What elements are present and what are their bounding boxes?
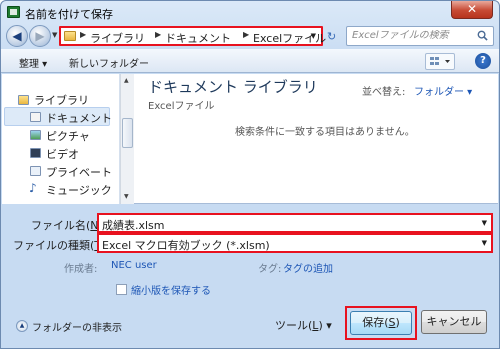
empty-message: 検索条件に一致する項目はありません。 <box>235 127 415 138</box>
filetype-label: ファイルの種類(T): <box>13 239 109 252</box>
scroll-up-icon[interactable]: ▲ <box>124 77 129 84</box>
breadcrumb-separator-icon: ▶ <box>155 30 162 39</box>
library-icon <box>18 95 29 105</box>
tools-menu[interactable]: ツール(L) ▾ <box>275 317 332 333</box>
file-list: ドキュメント ライブラリ Excelファイル 並べ替え: フォルダー ▾ 検索条… <box>135 74 498 204</box>
excel-icon <box>7 6 20 18</box>
forward-button[interactable]: ▶ <box>29 25 51 47</box>
sidebar-item-documents[interactable]: ドキュメント <box>46 110 112 126</box>
chevron-down-icon[interactable]: ▼ <box>482 239 487 247</box>
library-title: ドキュメント ライブラリ <box>148 78 318 96</box>
author-value[interactable]: NEC user <box>111 260 157 271</box>
history-dropdown-icon[interactable]: ▼ <box>52 31 57 39</box>
breadcrumb-separator-icon: ▶ <box>243 30 250 39</box>
back-button[interactable]: ◀ <box>6 25 28 47</box>
sidebar-item-videos[interactable]: ビデオ <box>46 146 79 162</box>
sidebar-item-libraries[interactable]: ライブラリ <box>34 92 89 108</box>
hide-folders-button[interactable]: フォルダーの非表示 <box>32 319 122 334</box>
sidebar-item-pictures[interactable]: ピクチャ <box>46 128 90 144</box>
title-bar: 名前を付けて保存 ✕ <box>1 1 499 23</box>
navigation-scrollbar[interactable]: ▲ ▼ <box>120 74 134 204</box>
refresh-icon[interactable]: ↻ <box>327 30 336 43</box>
documents-icon <box>30 112 41 122</box>
search-input[interactable] <box>352 30 472 41</box>
arrange-by-dropdown[interactable]: フォルダー ▾ <box>414 83 472 98</box>
library-subtitle: Excelファイル <box>148 101 215 112</box>
music-icon: ♪ <box>29 181 37 195</box>
breadcrumb-libraries[interactable]: ライブラリ <box>90 30 145 46</box>
window-title: 名前を付けて保存 <box>25 8 113 21</box>
author-label: 作成者: <box>64 264 98 275</box>
collapse-up-icon[interactable]: ▲ <box>16 320 28 332</box>
filetype-select[interactable]: Excel マクロ有効ブック (*.xlsm) ▼ <box>97 233 493 253</box>
folder-icon <box>64 31 76 41</box>
navigation-pane: ライブラリ ドキュメント ピクチャ ビデオ プライベート ♪ ミュージック <box>2 74 120 204</box>
breadcrumb-documents[interactable]: ドキュメント <box>165 30 231 46</box>
tag-label: タグ: <box>258 264 282 275</box>
save-thumbnail-label[interactable]: 縮小版を保存する <box>131 282 211 297</box>
back-arrow-icon: ◀ <box>12 29 22 43</box>
filename-field[interactable]: 成績表.xlsm ▼ <box>97 213 493 233</box>
address-bar[interactable]: ▶ ライブラリ ▶ ドキュメント ▶ Excelファイル ▼ <box>59 26 326 46</box>
sort-label: 並べ替え: <box>362 87 406 98</box>
pictures-icon <box>30 130 41 140</box>
view-options-button[interactable] <box>425 53 455 70</box>
search-icon[interactable] <box>477 30 488 41</box>
sidebar-item-private[interactable]: プライベート <box>46 164 112 180</box>
breadcrumb-separator-icon: ▶ <box>80 30 87 39</box>
add-tag-link[interactable]: タグの追加 <box>283 260 333 275</box>
forward-arrow-icon: ▶ <box>35 29 45 43</box>
save-as-dialog: 名前を付けて保存 ✕ ◀ ▶ ▼ ▶ ライブラリ ▶ ドキュメント ▶ Exce… <box>0 0 500 349</box>
search-box[interactable] <box>346 26 494 46</box>
scroll-down-icon[interactable]: ▼ <box>124 193 129 200</box>
close-button[interactable]: ✕ <box>451 1 493 19</box>
save-button[interactable]: 保存(S) <box>350 311 412 335</box>
view-grid-icon <box>430 57 450 65</box>
address-dropdown-icon[interactable]: ▼ <box>311 32 316 40</box>
sidebar-item-music[interactable]: ミュージック <box>46 182 112 198</box>
save-thumbnail-checkbox[interactable] <box>116 284 127 295</box>
cancel-button[interactable]: キャンセル <box>421 310 487 334</box>
filename-value[interactable]: 成績表.xlsm <box>102 217 165 233</box>
scrollbar-thumb[interactable] <box>122 118 133 148</box>
private-icon <box>30 166 41 176</box>
save-highlight: 保存(S) <box>345 306 417 340</box>
new-folder-button[interactable]: 新しいフォルダー <box>69 55 149 70</box>
browser-pane: ライブラリ ドキュメント ピクチャ ビデオ プライベート ♪ ミュージック ▲ … <box>2 74 498 204</box>
filename-label: ファイル名(N): <box>31 219 107 232</box>
navigation-bar: ◀ ▶ ▼ ▶ ライブラリ ▶ ドキュメント ▶ Excelファイル ▼ ↻ <box>1 23 499 49</box>
organize-menu[interactable]: 整理 ▾ <box>19 55 47 70</box>
chevron-down-icon[interactable]: ▼ <box>482 219 487 227</box>
video-icon <box>30 148 41 158</box>
help-button[interactable]: ? <box>475 53 491 69</box>
filetype-value[interactable]: Excel マクロ有効ブック (*.xlsm) <box>102 237 270 253</box>
command-toolbar: 整理 ▾ 新しいフォルダー ? <box>1 49 499 73</box>
